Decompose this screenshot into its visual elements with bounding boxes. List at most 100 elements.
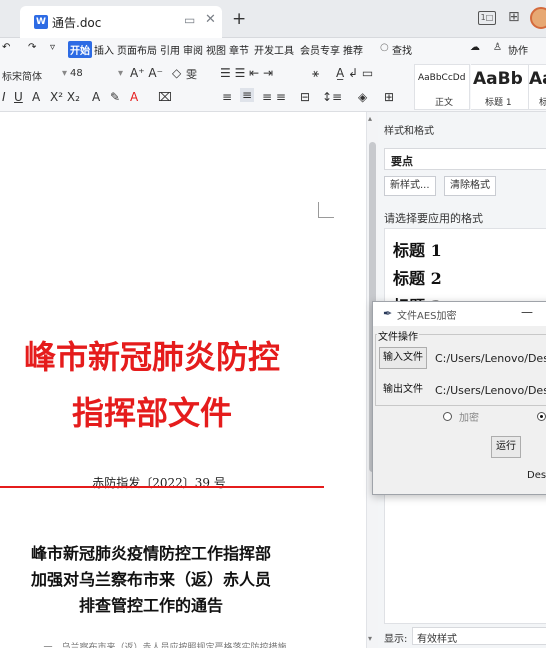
redo-icon[interactable]: ↷: [28, 42, 36, 53]
menu-bar: ↶ ↷ ▿ 开始 插入 页面布局 引用 审阅 视图 章节 开发工具 会员专享 推…: [0, 38, 546, 62]
menu-references[interactable]: 引用: [160, 42, 180, 57]
line-spacing-icon[interactable]: ↕≡: [322, 90, 342, 104]
clear-format-button[interactable]: 清除格式: [444, 176, 496, 196]
dropdown-chevron-icon[interactable]: ▿: [50, 42, 55, 53]
strike-icon[interactable]: A: [32, 90, 40, 104]
style-normal-label: 正文: [435, 98, 454, 108]
style-normal-preview: AaBbCcDd: [418, 73, 466, 83]
ribbon-toolbar: 标宋简体 ▾ 48 ▾ A⁺ A⁻ ◇ 雯 ☰ ☰ ⇤ ⇥ ⚹ A̲ ↲ ▭ I…: [0, 62, 546, 112]
bullet-list-icon[interactable]: ☰ ☰ ⇤ ⇥: [220, 66, 273, 80]
document-tab[interactable]: W 通告.doc ▭ ✕: [20, 6, 222, 38]
styles-pane-title[interactable]: 样式和格式: [384, 122, 434, 137]
search-icon[interactable]: ○: [380, 42, 389, 53]
aes-dialog: ✒ 文件AES加密 — 文件操作 输入文件 C:/Users/Lenovo/De…: [372, 301, 546, 495]
style-heading1[interactable]: AaBb 标题 1: [471, 64, 529, 110]
font-name-select[interactable]: 标宋简体: [2, 68, 42, 83]
red-separator-line: [0, 486, 324, 488]
file-ops-label: 文件操作: [377, 328, 419, 343]
style-heading2-label: 标: [539, 98, 546, 108]
monitor-icon[interactable]: ▭: [184, 13, 195, 27]
menu-developer[interactable]: 开发工具: [254, 42, 294, 57]
grid-layout-icon[interactable]: ⊞: [508, 9, 520, 25]
new-style-button[interactable]: 新样式...: [384, 176, 436, 196]
page-margin-marker: [318, 202, 334, 218]
user-avatar[interactable]: [530, 7, 546, 29]
menu-chapter[interactable]: 章节: [229, 42, 249, 57]
show-filter-select[interactable]: 有效样式: [412, 627, 546, 645]
shading-icon[interactable]: ◈: [358, 90, 367, 104]
style-item-heading2[interactable]: 标题 2: [393, 265, 442, 289]
encrypt-label: 加密: [459, 413, 479, 424]
new-tab-button[interactable]: +: [232, 9, 246, 29]
italic-icon[interactable]: I: [2, 90, 6, 104]
collab-label[interactable]: 协作: [508, 42, 528, 57]
scroll-up-icon[interactable]: ▴: [368, 114, 372, 123]
menu-home[interactable]: 开始: [68, 41, 92, 58]
style-normal[interactable]: AaBbCcDd 正文: [414, 64, 470, 110]
undo-icon[interactable]: ↶: [2, 42, 10, 53]
highlight-icon[interactable]: ✎: [110, 90, 120, 104]
dialog-title: 文件AES加密: [397, 311, 457, 322]
encrypt-radio[interactable]: [443, 412, 452, 421]
document-number: 赤防指发〔2022〕39 号: [92, 476, 226, 490]
status-text: Desk: [527, 470, 546, 481]
font-name-chevron-icon[interactable]: ▾: [62, 68, 67, 79]
notice-title-line2: 加强对乌兰察布市来（返）赤人员: [30, 570, 271, 589]
style-heading1-label: 标题 1: [485, 98, 512, 108]
menu-page-layout[interactable]: 页面布局: [117, 42, 157, 57]
notice-title-line1: 峰市新冠肺炎疫情防控工作指挥部: [30, 544, 271, 563]
decrypt-radio[interactable]: [537, 412, 546, 421]
notice-title-line3: 排查管控工作的通告: [78, 596, 223, 615]
pin-window-icon[interactable]: 1□: [478, 11, 496, 25]
border-icon[interactable]: ⊞: [384, 90, 394, 104]
menu-view[interactable]: 视图: [206, 42, 226, 57]
minimize-button[interactable]: —: [521, 305, 533, 319]
scroll-down-icon[interactable]: ▾: [368, 634, 372, 643]
underline-icon[interactable]: U: [14, 90, 23, 104]
word-doc-icon: W: [34, 15, 48, 29]
cloud-icon[interactable]: ☁: [470, 42, 480, 53]
style-heading2[interactable]: Aa 标: [529, 64, 546, 110]
run-button[interactable]: 运行: [491, 436, 521, 458]
document-page[interactable]: 峰市新冠肺炎防控 指挥部文件 赤防指发〔2022〕39 号 峰市新冠肺炎疫情防控…: [0, 112, 366, 648]
search-label[interactable]: 查找: [392, 42, 412, 57]
style-heading1-preview: AaBb: [473, 69, 523, 89]
phonetic-icon[interactable]: 雯: [186, 66, 197, 82]
collab-icon[interactable]: ♙: [493, 42, 502, 53]
align-left-icon[interactable]: ≡: [222, 90, 232, 104]
char-border-icon[interactable]: ⌧: [158, 90, 172, 104]
close-tab-icon[interactable]: ✕: [205, 12, 216, 27]
red-header-line1: 峰市新冠肺炎防控: [23, 338, 280, 376]
style-heading2-preview: Aa: [529, 69, 546, 89]
current-style-field[interactable]: 要点: [384, 148, 546, 170]
input-file-path[interactable]: C:/Users/Lenovo/Desk: [435, 352, 546, 365]
dialog-titlebar[interactable]: ✒ 文件AES加密 —: [373, 302, 546, 326]
show-label: 显示:: [384, 634, 408, 645]
body-paragraph: 一、乌兰察布市来（返）赤人员应按照规定严格落实防控措施: [43, 643, 287, 648]
superscript-icon[interactable]: X² X₂: [50, 90, 80, 104]
output-file-path[interactable]: C:/Users/Lenovo/Desk: [435, 384, 546, 397]
text-effect-icon[interactable]: A: [92, 90, 100, 104]
output-file-button[interactable]: 输出文件: [379, 379, 427, 401]
font-size-select[interactable]: 48: [70, 68, 83, 79]
menu-insert[interactable]: 插入: [94, 42, 114, 57]
choose-format-label: 请选择要应用的格式: [384, 212, 483, 225]
clear-format-icon[interactable]: ◇: [172, 66, 181, 80]
menu-member[interactable]: 会员专享: [300, 42, 340, 57]
input-file-button[interactable]: 输入文件: [379, 347, 427, 369]
align-center-icon[interactable]: ≡: [240, 88, 255, 102]
grow-font-icon[interactable]: A⁺ A⁻: [130, 66, 163, 80]
show-marks-icon[interactable]: A̲ ↲ ▭: [336, 66, 373, 80]
window-titlebar: W 通告.doc ▭ ✕ + 1□ ⊞: [0, 0, 546, 38]
align-right-icon[interactable]: ≡ ≡: [262, 90, 286, 104]
menu-review[interactable]: 审阅: [183, 42, 203, 57]
sort-icon[interactable]: ⚹: [312, 66, 319, 81]
style-item-heading1[interactable]: 标题 1: [393, 237, 442, 261]
feather-icon: ✒: [383, 307, 393, 320]
font-color-icon[interactable]: A: [130, 90, 138, 104]
font-size-chevron-icon[interactable]: ▾: [118, 68, 123, 79]
menu-recommend[interactable]: 推荐: [343, 42, 363, 57]
red-header-line2: 指挥部文件: [71, 394, 232, 432]
document-tab-title: 通告.doc: [52, 16, 102, 30]
distributed-icon[interactable]: ⊟: [300, 90, 310, 104]
